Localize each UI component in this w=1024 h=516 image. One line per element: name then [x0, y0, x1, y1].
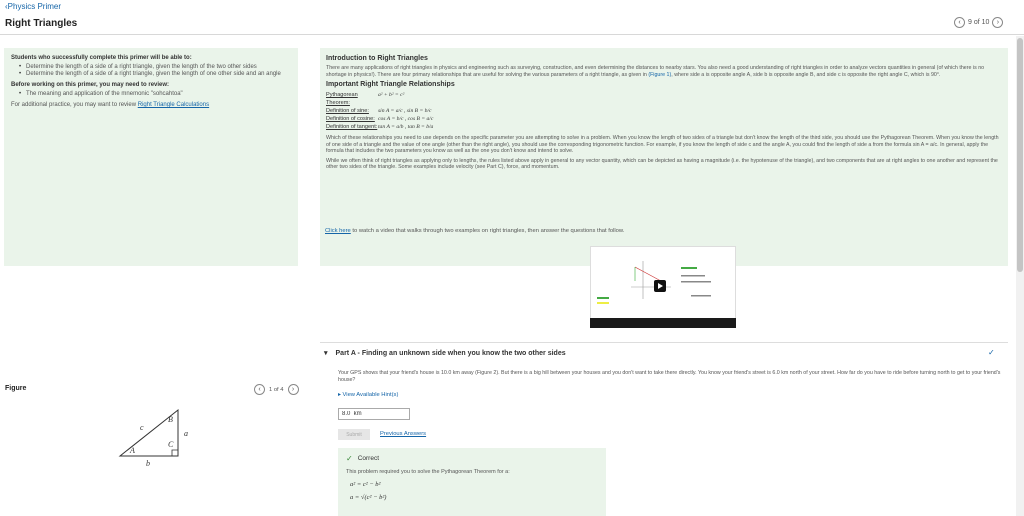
objectives-panel: Students who successfully complete this … [4, 48, 298, 266]
video-instructions: Click here to watch a video that walks t… [325, 228, 624, 234]
part-a-title: Part A - Finding an unknown side when yo… [335, 349, 566, 357]
definition-label: Pythagorean Theorem: [326, 92, 358, 106]
top-pager: ‹ 9 of 10 › [954, 17, 1004, 28]
intro-paragraph-3: While we often think of right triangles … [326, 157, 998, 171]
correct-explanation: This problem required you to solve the P… [346, 469, 510, 475]
review-list: The meaning and application of the mnemo… [11, 91, 291, 98]
previous-answers-link[interactable]: Previous Answers [380, 431, 426, 437]
definition-formula: sin A = a/c , sin B = b/c [378, 108, 432, 114]
definition-row: Definition of sine: sin A = a/c , sin B =… [326, 107, 1002, 115]
video-instructions-text: to watch a video that walks through two … [350, 228, 625, 234]
intro-title: Introduction to Right Triangles [326, 55, 428, 62]
objectives-list: Determine the length of a side of a righ… [11, 64, 291, 78]
relationships-title: Important Right Triangle Relationships [326, 81, 455, 88]
correct-equation-2: a = √(c² − b²) [350, 494, 387, 501]
side-a-label: a [184, 429, 188, 438]
prev-page-icon[interactable]: ‹ [954, 17, 965, 28]
figure-1-link[interactable]: (Figure 1) [648, 72, 671, 78]
figure-next-icon[interactable]: › [287, 384, 299, 395]
angle-a-label: A [129, 446, 135, 455]
side-b-label: b [146, 459, 150, 468]
collapse-caret-icon[interactable]: ▾ [324, 349, 328, 357]
part-a-divider [320, 342, 1008, 343]
definition-formula: tan A = a/b , tan B = b/a [378, 124, 434, 130]
correct-heading: ✓ Correct [346, 454, 598, 463]
video-control-bar[interactable] [590, 318, 736, 328]
correct-check-icon: ✓ [346, 454, 353, 463]
definition-label: Definition of cosine: [326, 116, 375, 122]
review-item: The meaning and application of the mnemo… [19, 91, 291, 98]
review-heading: Before working on this primer, you may n… [11, 82, 170, 88]
top-pager-count: 9 of 10 [968, 19, 990, 26]
correct-equation-1: a² = c² − b² [350, 481, 381, 488]
intro-paragraph-1-end: , where side a is opposite angle A, side… [671, 71, 941, 78]
header-divider [0, 34, 1024, 35]
view-hints-label: View Available Hint(s) [342, 392, 399, 398]
right-triangle-figure: c a b A B C [118, 408, 188, 468]
next-page-icon[interactable]: › [992, 17, 1004, 28]
definition-row: Definition of tangent: tan A = a/b , tan … [326, 123, 1002, 131]
page-title: Right Triangles [5, 18, 78, 29]
scrollbar-thumb[interactable] [1017, 38, 1023, 272]
practice-link[interactable]: Right Triangle Calculations [138, 102, 209, 108]
view-hints-link[interactable]: ▸ View Available Hint(s) [338, 392, 398, 398]
objective-item: Determine the length of a side of a righ… [19, 64, 291, 71]
definition-row: Definition of cosine: cos A = b/c , cos B… [326, 115, 1002, 123]
practice-text: For additional practice, you may want to… [11, 102, 138, 108]
play-icon[interactable] [654, 280, 666, 292]
part-a-question: Your GPS shows that your friend's house … [338, 370, 1001, 383]
intro-paragraph-1: There are many applications of right tri… [326, 65, 1002, 78]
correct-label: Correct [357, 455, 380, 462]
definition-row: Pythagorean Theorem: a² + b² = c² [326, 91, 1002, 107]
correct-feedback-box: ✓ Correct This problem required you to so… [338, 448, 606, 516]
angle-c-label: C [168, 440, 174, 449]
figure-pager-count: 1 of 4 [269, 386, 284, 393]
definition-formula: a² + b² = c² [378, 92, 405, 98]
objectives-heading: Students who successfully complete this … [11, 55, 192, 61]
figure-pager: ‹ 1 of 4 › [254, 384, 299, 395]
figure-label: Figure [5, 385, 27, 392]
figure-prev-icon[interactable]: ‹ [254, 384, 265, 395]
definition-formula: cos A = b/c , cos B = a/c [378, 116, 434, 122]
practice-note: For additional practice, you may want to… [11, 102, 291, 108]
angle-b-label: B [168, 415, 173, 424]
definition-label: Definition of tangent: [326, 124, 378, 130]
back-link[interactable]: ‹Physics Primer [5, 2, 61, 11]
answer-input[interactable] [338, 408, 410, 420]
intro-paragraph-2: Which of these relationships you need to… [326, 135, 999, 154]
video-link[interactable]: Click here [325, 228, 351, 234]
objective-item: Determine the length of a side of a righ… [19, 71, 291, 78]
back-link-label: Physics Primer [7, 2, 62, 11]
definition-label: Definition of sine: [326, 108, 369, 114]
submit-button[interactable]: Submit [338, 429, 370, 440]
side-c-label: c [140, 423, 144, 432]
part-a-header[interactable]: ▾ Part A - Finding an unknown side when … [324, 349, 566, 358]
definitions-list: Pythagorean Theorem: a² + b² = c² Definit… [326, 91, 1002, 131]
part-a-complete-check-icon: ✓ [988, 348, 995, 357]
